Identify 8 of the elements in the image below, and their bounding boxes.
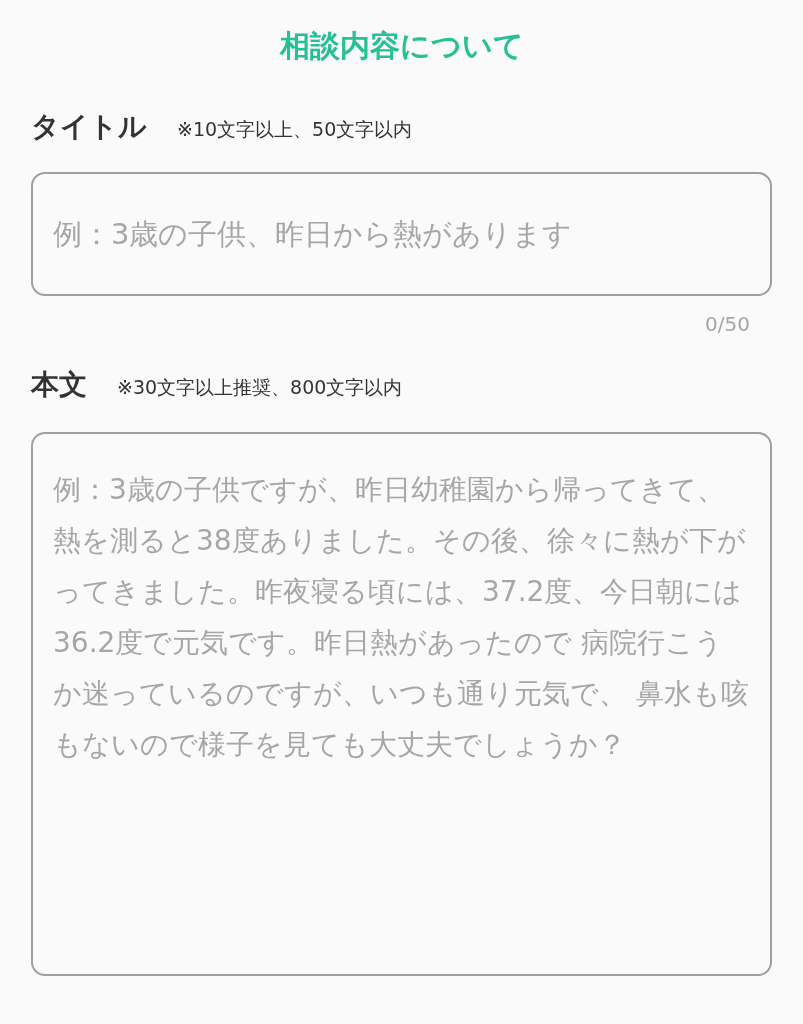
title-input-field[interactable]: 例：3歳の子供、昨日から熱があります [31,172,772,296]
field-label: 本文 [31,367,87,403]
character-counter: 0/50 [705,312,750,336]
body-text-area[interactable]: 例：3歳の子供ですが、昨日幼稚園から帰ってきて、熱を測ると38度ありました。その後、徐々に熱が下がってきました。昨夜寝る頃には、37.2度、今日朝には36.2度で元気です。昨日熱があったので 病院行こうか迷っているのですが、いつも通り元気で、 鼻水も咳もないので様子を見ても大丈夫でしょうか？ [31,432,772,976]
field-hint: ※10文字以上、50文字以内 [177,117,413,142]
field-label: タイトル [31,109,147,145]
section-heading: 相談内容について [278,27,525,65]
field-hint: ※30文字以上推奨、800文字以内 [117,375,403,400]
